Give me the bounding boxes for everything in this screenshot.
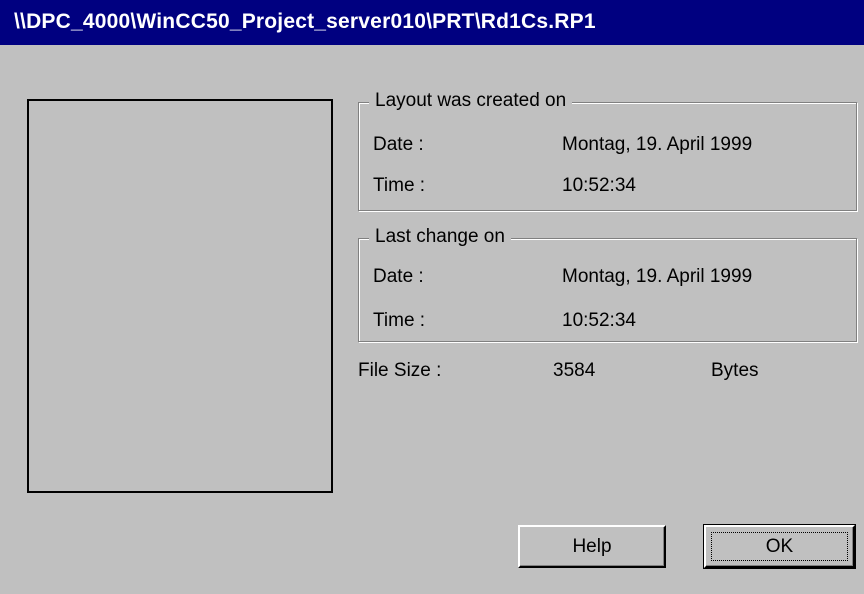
help-button-label: Help <box>572 536 612 557</box>
title-bar[interactable]: \\DPC_4000\WinCC50_Project_server010\PRT… <box>0 0 864 45</box>
created-group: Layout was created on Date : Montag, 19.… <box>358 90 857 211</box>
file-size-label: File Size : <box>358 360 442 381</box>
changed-legend: Last change on <box>369 226 511 248</box>
changed-group: Last change on Date : Montag, 19. April … <box>358 226 857 342</box>
help-button[interactable]: Help <box>518 525 666 568</box>
created-date-value: Montag, 19. April 1999 <box>562 134 753 155</box>
ok-button[interactable]: OK <box>703 524 856 569</box>
layout-preview <box>27 99 333 493</box>
created-legend: Layout was created on <box>369 90 573 112</box>
ok-button-label: OK <box>765 536 794 557</box>
file-size-value: 3584 <box>553 360 596 381</box>
created-time-label: Time : <box>373 175 426 196</box>
created-date-label: Date : <box>373 134 424 155</box>
created-time-value: 10:52:34 <box>562 175 636 196</box>
changed-time-value: 10:52:34 <box>562 310 636 331</box>
changed-date-value: Montag, 19. April 1999 <box>562 266 753 287</box>
window-title: \\DPC_4000\WinCC50_Project_server010\PRT… <box>14 10 596 33</box>
changed-time-label: Time : <box>373 310 426 331</box>
changed-date-label: Date : <box>373 266 424 287</box>
file-size-unit: Bytes <box>711 360 759 381</box>
